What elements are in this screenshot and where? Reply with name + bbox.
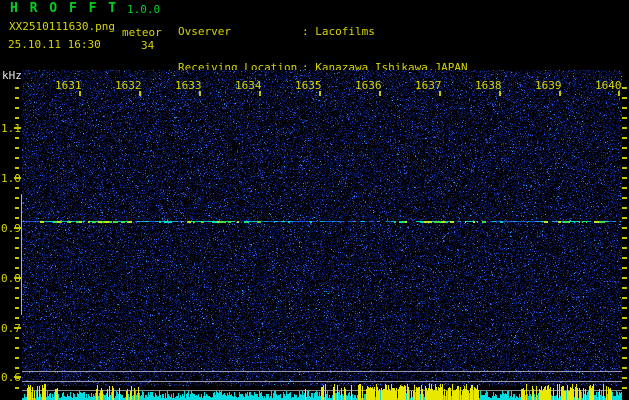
freq-minor-ticks-right (622, 87, 627, 393)
time-minute-tick (618, 91, 620, 96)
output-filename: XX2510111630.png (9, 20, 115, 33)
axis-marker-line (21, 194, 22, 315)
info-sep: : (302, 26, 315, 38)
info-value: Lacofilms (315, 26, 375, 38)
time-minute-tick (139, 91, 141, 96)
time-minute-tick (499, 91, 501, 96)
time-tick-label: 1638 (475, 79, 502, 92)
time-minute-tick (439, 91, 441, 96)
time-minute-tick (559, 91, 561, 96)
time-tick-label: 1636 (355, 79, 382, 92)
time-minute-tick (379, 91, 381, 96)
time-minute-tick (319, 91, 321, 96)
time-minute-tick (259, 91, 261, 96)
info-label: Ovserver (178, 26, 302, 38)
time-tick-label: 1632 (115, 79, 142, 92)
app-version: 1.0.0 (127, 3, 160, 16)
spectrogram-canvas (22, 70, 622, 400)
time-tick-label: 1633 (175, 79, 202, 92)
meteor-count: 34 (141, 39, 154, 52)
datetime-label: 25.10.11 16:30 (8, 38, 101, 51)
time-tick-label: 1635 (295, 79, 322, 92)
time-minute-tick (199, 91, 201, 96)
freq-minor-ticks-left (15, 87, 19, 393)
freq-axis-unit: kHz (2, 69, 22, 82)
mode-label: meteor (122, 26, 162, 39)
time-tick-label: 1634 (235, 79, 262, 92)
info-row-observer: Ovserver: Lacofilms (178, 26, 468, 38)
app-title: H R O F F T (10, 1, 118, 16)
time-tick-label: 1637 (415, 79, 442, 92)
hrofft-window: H R O F F T 1.0.0 XX2510111630.png meteo… (0, 0, 629, 400)
time-minute-tick (79, 91, 81, 96)
time-tick-label: 1639 (535, 79, 562, 92)
time-tick-label: 1631 (55, 79, 82, 92)
